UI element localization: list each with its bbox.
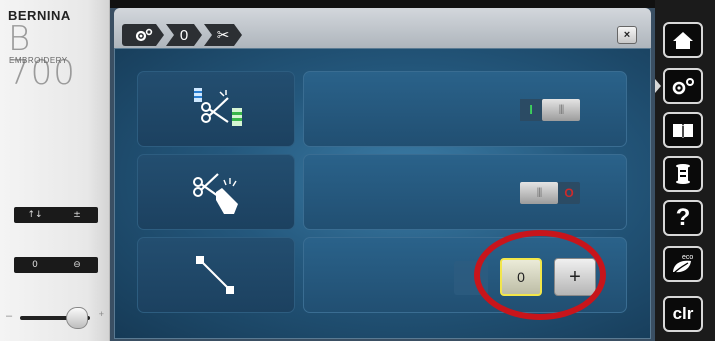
thread-cut-control-cell: I ||| <box>303 71 627 147</box>
slider-minus-icon: – <box>6 310 13 322</box>
help-button[interactable]: ? <box>663 200 703 236</box>
clr-icon: clr <box>672 304 694 323</box>
slider-knob[interactable] <box>66 307 88 329</box>
highlight-annotation <box>474 230 606 320</box>
breadcrumb-settings[interactable] <box>122 24 164 46</box>
tutorial-button[interactable] <box>663 112 703 148</box>
setting-row-cut-touch: ||| O <box>137 154 627 230</box>
settings-icon <box>135 28 153 42</box>
slider-plus-icon: + <box>98 309 104 319</box>
jump-stitch-cell <box>137 237 295 313</box>
settings-button[interactable] <box>663 68 703 104</box>
start-stop-button[interactable]: ⊖ <box>63 259 91 271</box>
setting-row-thread-cut: I ||| <box>137 71 627 147</box>
quick-reverse-button[interactable]: 0 <box>21 259 49 271</box>
toggle-thumb[interactable]: ||| <box>542 99 580 121</box>
cut-touch-control-cell: ||| O <box>303 154 627 230</box>
thread-cut-toggle[interactable]: I ||| <box>520 99 580 121</box>
stitch-width-button[interactable]: ± <box>63 209 91 221</box>
eco-icon: eco <box>673 254 693 274</box>
cut-touch-toggle[interactable]: ||| O <box>520 182 580 204</box>
scissors-icon: ✂ <box>216 27 230 44</box>
thread-cut-cell <box>137 71 295 147</box>
breadcrumb: 0 ✂ <box>122 23 244 47</box>
toggle-off-indicator: O <box>564 186 574 200</box>
active-indicator-icon <box>655 79 661 93</box>
toggle-on-indicator: I <box>520 99 542 121</box>
jump-stitch-icon <box>196 256 234 294</box>
home-icon <box>673 32 693 49</box>
bobbin-icon <box>676 164 690 184</box>
eco-button[interactable]: eco <box>663 246 703 282</box>
needle-position-button[interactable]: ↑↓ <box>21 209 49 221</box>
clr-button[interactable]: clr <box>663 296 703 332</box>
home-button[interactable] <box>663 22 703 58</box>
help-icon: ? <box>675 204 691 231</box>
bobbin-button[interactable] <box>663 156 703 192</box>
speed-slider[interactable]: – + <box>6 297 104 337</box>
cut-touch-cell <box>137 154 295 230</box>
toggle-thumb[interactable]: ||| <box>520 182 558 204</box>
title-bar: 0 ✂ × <box>114 8 651 48</box>
breadcrumb-scissors[interactable]: ✂ <box>204 24 242 46</box>
book-icon <box>673 124 693 138</box>
settings-icon <box>672 78 694 95</box>
hardware-button-row-2: 0 ⊖ <box>14 257 98 273</box>
machine-panel: BERNINA B 700 EMBROIDERY ↑↓ ± 0 ⊖ – + <box>0 0 110 341</box>
cut-touch-icon <box>193 173 238 214</box>
zero-icon: 0 <box>179 26 189 44</box>
right-sidebar: ? eco clr <box>655 0 715 341</box>
model-subtitle: EMBROIDERY <box>9 56 68 65</box>
eco-label: eco <box>682 254 693 261</box>
breadcrumb-zero[interactable]: 0 <box>166 24 202 46</box>
thread-cut-icon <box>194 88 242 126</box>
close-button[interactable]: × <box>617 26 637 44</box>
hardware-button-row-1: ↑↓ ± <box>14 207 98 223</box>
